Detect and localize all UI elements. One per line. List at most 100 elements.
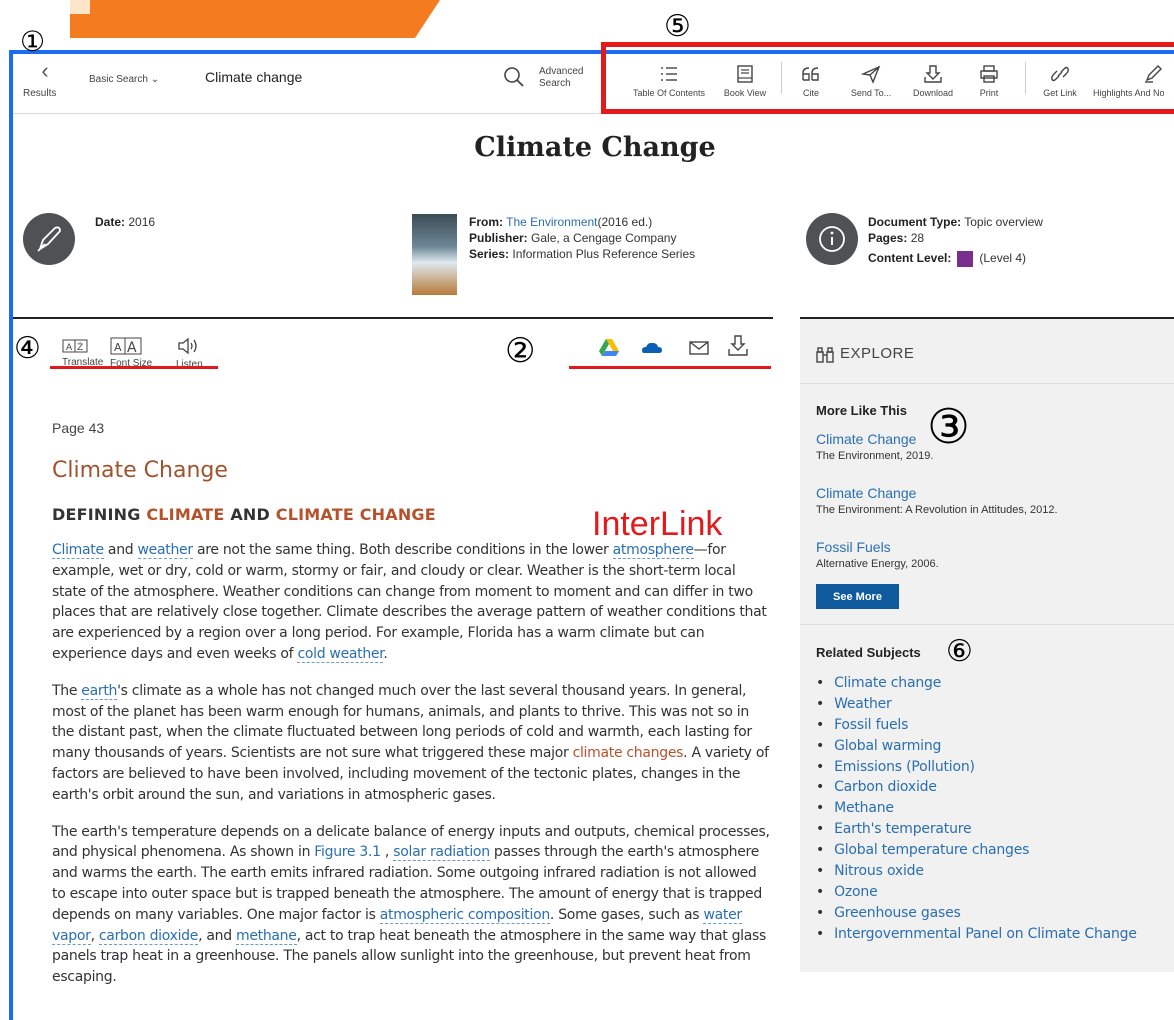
related-subject-link[interactable]: Emissions (Pollution)	[816, 759, 1137, 780]
more-item-title[interactable]: Climate Change	[816, 431, 933, 447]
svg-text:A: A	[66, 343, 73, 353]
print-icon	[980, 65, 998, 83]
document-type-info: Document Type: Topic overview Pages: 28 …	[868, 214, 1043, 267]
doctype-label: Document Type:	[868, 215, 962, 229]
listen-button[interactable]: Listen	[176, 336, 203, 370]
related-subject-link[interactable]: Methane	[816, 800, 1137, 821]
quote-icon	[802, 67, 819, 81]
page-number: Page 43	[52, 420, 105, 436]
email-icon[interactable]	[688, 338, 710, 358]
highlights-and-notes-label: Highlights And No	[1093, 88, 1165, 98]
inline-term-link[interactable]: atmospheric composition	[379, 906, 550, 924]
inline-term-link[interactable]: weather	[137, 542, 193, 559]
font-size-button[interactable]: AA Font Size	[110, 337, 152, 369]
related-subject-link[interactable]: Greenhouse gases	[816, 905, 1137, 926]
more-item-title[interactable]: Fossil Fuels	[816, 539, 939, 555]
paragraph-text: are not the same thing. Both describe co…	[192, 542, 613, 558]
from-link[interactable]: The Environment	[506, 215, 597, 229]
see-more-button[interactable]: See More	[816, 584, 899, 609]
binoculars-icon	[816, 347, 834, 363]
send-to-label: Send To...	[850, 88, 892, 98]
author-quill-icon	[23, 213, 75, 265]
toolbar-separator	[1025, 62, 1026, 94]
publisher-label: Publisher:	[469, 231, 528, 245]
send-icon	[861, 65, 881, 84]
book-view-button[interactable]: Book View	[715, 54, 775, 104]
related-subject-link[interactable]: Climate change	[816, 675, 1137, 696]
explore-sidebar: EXPLORE More Like This Climate Change Th…	[800, 319, 1174, 972]
toolbar-separator	[781, 62, 782, 94]
search-input[interactable]	[205, 63, 543, 91]
print-button[interactable]: Print	[969, 54, 1009, 104]
google-drive-icon[interactable]	[598, 338, 620, 358]
related-subject-link[interactable]: Earth's temperature	[816, 821, 1137, 842]
inline-term-link[interactable]: cold weather	[297, 645, 384, 663]
search-type-dropdown[interactable]: Basic Search ⌄	[89, 74, 159, 85]
related-subject-link[interactable]: Nitrous oxide	[816, 863, 1137, 884]
date-value: 2016	[128, 215, 156, 229]
annotation-number-4: ④	[14, 331, 41, 366]
annotation-underline-4	[50, 366, 218, 369]
explore-heading: EXPLORE	[840, 345, 915, 362]
related-subject-link[interactable]: Ozone	[816, 884, 1137, 905]
section-heading-mid: AND	[224, 505, 276, 524]
related-subject-link[interactable]: Weather	[816, 696, 1137, 717]
more-item-title[interactable]: Climate Change	[816, 485, 1058, 501]
section-keyword-climate: CLIMATE	[146, 505, 225, 524]
paragraph-1: Climate and weather are not the same thi…	[52, 540, 772, 665]
search-icon[interactable]	[503, 66, 525, 88]
book-cover-thumbnail[interactable]	[412, 214, 457, 295]
annotation-number-5: ⑤	[664, 9, 691, 44]
inline-term-link[interactable]: solar radiation	[393, 844, 490, 862]
more-like-this-item[interactable]: Climate Change The Environment, 2019.	[816, 431, 933, 462]
paragraph-text: , and	[198, 927, 236, 944]
top-toolbar: ‹ Results Basic Search ⌄ Advanced Search…	[13, 54, 1174, 114]
download-icon[interactable]	[727, 334, 749, 358]
paragraph-2: The earth's climate as a whole has not c…	[52, 681, 772, 806]
inline-term-link[interactable]: earth	[81, 682, 117, 700]
more-like-this-item[interactable]: Fossil Fuels Alternative Energy, 2006.	[816, 539, 939, 570]
related-subject-link[interactable]: Global warming	[816, 738, 1137, 759]
inline-term-link[interactable]: methane	[235, 927, 297, 945]
cite-button[interactable]: Cite	[791, 54, 831, 104]
series-label: Series:	[469, 247, 510, 261]
date-info: Date: 2016	[95, 214, 155, 230]
inline-term-link[interactable]: climate changes	[573, 745, 684, 761]
paragraph-text: . Some gases, such as	[549, 906, 704, 923]
publisher-value: Gale, a Cengage Company	[531, 231, 677, 245]
related-subjects-list: Climate changeWeatherFossil fuelsGlobal …	[816, 675, 1137, 947]
highlights-and-notes-button[interactable]: Highlights And No	[1093, 54, 1174, 104]
section-keyword-climate-change: CLIMATE CHANGE	[275, 505, 436, 524]
from-edition: (2016 ed.)	[597, 215, 653, 229]
inline-term-link[interactable]: Figure 3.1	[314, 844, 381, 860]
results-back-button[interactable]: ‹ Results	[21, 60, 69, 100]
get-link-button[interactable]: Get Link	[1035, 54, 1085, 104]
download-label: Download	[912, 88, 954, 98]
related-subject-link[interactable]: Global temperature changes	[816, 842, 1137, 863]
related-subject-link[interactable]: Intergovernmental Panel on Climate Chang…	[816, 926, 1137, 947]
onedrive-icon[interactable]	[641, 338, 663, 358]
table-of-contents-button[interactable]: Table Of Contents	[619, 54, 719, 104]
related-subject-link[interactable]: Carbon dioxide	[816, 779, 1137, 800]
inline-term-link[interactable]: atmosphere	[612, 542, 694, 559]
paragraph-3: The earth's temperature depends on a del…	[52, 822, 772, 988]
inline-term-link[interactable]: Climate	[52, 542, 104, 559]
send-to-button[interactable]: Send To...	[841, 54, 901, 104]
interlink-annotation-label: InterLink	[592, 505, 723, 543]
inline-term-link[interactable]: carbon dioxide	[98, 927, 198, 945]
content-level-value: (Level 4)	[979, 251, 1027, 265]
related-subject-link[interactable]: Fossil fuels	[816, 717, 1137, 738]
paragraph-text: ,	[380, 844, 394, 861]
article-title: Climate Change	[52, 458, 228, 483]
paragraph-text: The	[52, 682, 82, 699]
download-button[interactable]: Download	[903, 54, 963, 104]
section-heading-pre: DEFINING	[52, 505, 147, 524]
svg-text:A: A	[114, 341, 122, 354]
annotation-underline-2	[569, 366, 771, 369]
related-subjects-heading: Related Subjects	[816, 645, 921, 660]
annotation-number-1: ①	[20, 25, 46, 58]
link-icon	[1051, 66, 1069, 82]
advanced-search-link[interactable]: Advanced Search	[539, 66, 583, 90]
translate-button[interactable]: AŻ Translate	[62, 339, 103, 368]
more-like-this-item[interactable]: Climate Change The Environment: A Revolu…	[816, 485, 1058, 516]
